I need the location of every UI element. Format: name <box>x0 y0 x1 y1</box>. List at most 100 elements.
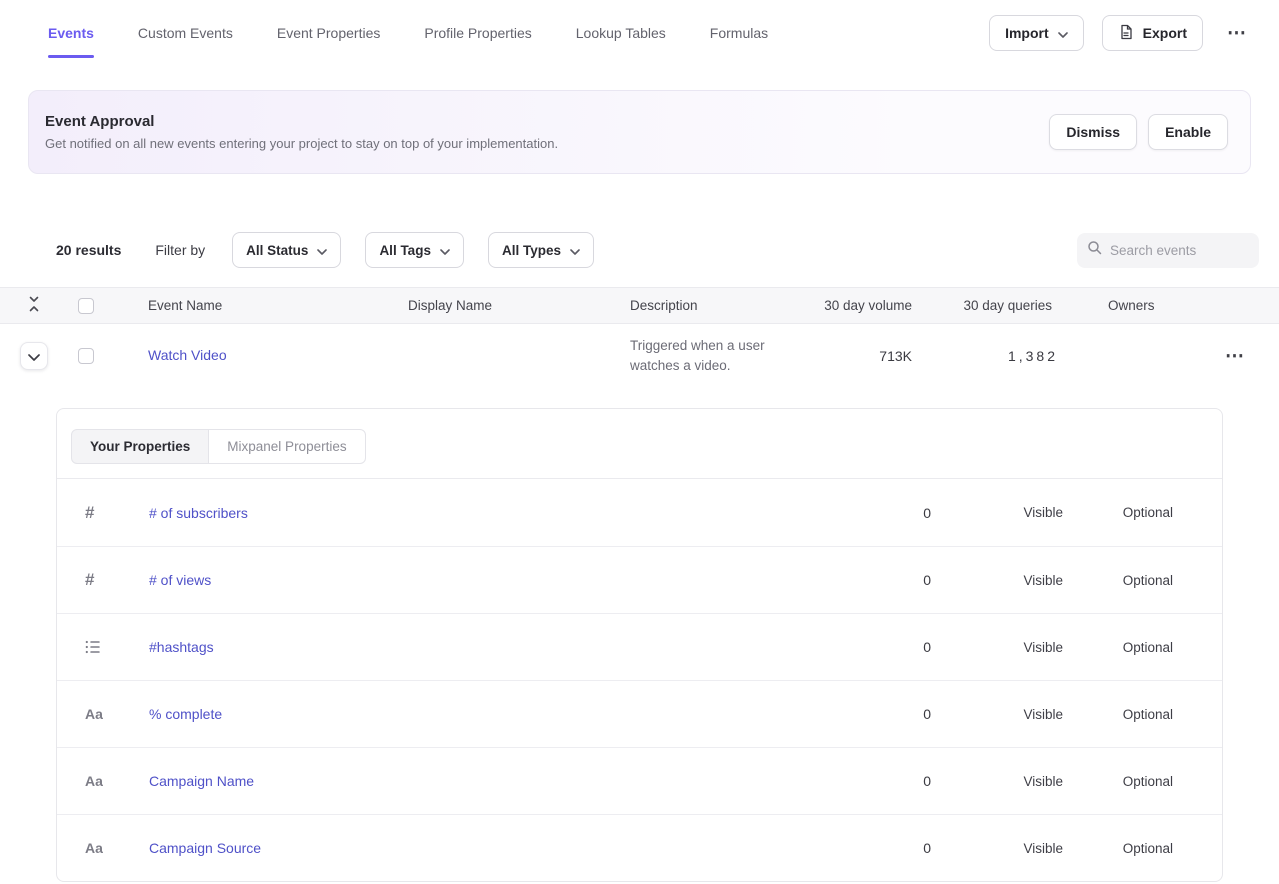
property-row: # Aa Campaign Name 0 Visible Optional <box>57 747 1222 814</box>
tab-mixpanel-properties[interactable]: Mixpanel Properties <box>208 429 365 464</box>
ellipsis-icon: ⋯ <box>1227 23 1247 44</box>
property-count: 0 <box>821 706 931 722</box>
property-row: # Aa Campaign Source 0 Visible Optional <box>57 814 1222 881</box>
property-requirement: Optional <box>1063 640 1173 655</box>
property-requirement: Optional <box>1063 841 1173 856</box>
chevron-down-icon <box>28 349 40 364</box>
tab-your-properties[interactable]: Your Properties <box>71 429 209 464</box>
tab-event-properties[interactable]: Event Properties <box>277 1 381 65</box>
banner-title: Event Approval <box>45 113 558 130</box>
property-name-link[interactable]: % complete <box>149 706 222 722</box>
dismiss-button[interactable]: Dismiss <box>1049 114 1137 150</box>
property-requirement: Optional <box>1063 774 1173 789</box>
chevron-down-icon <box>440 243 450 258</box>
property-visibility: Visible <box>931 707 1063 722</box>
banner-text: Event Approval Get notified on all new e… <box>45 113 558 151</box>
export-button-label: Export <box>1143 25 1187 41</box>
property-count: 0 <box>821 505 931 521</box>
text-type-icon: Aa <box>85 773 103 789</box>
property-requirement: Optional <box>1063 505 1173 520</box>
filter-by-label: Filter by <box>155 242 205 258</box>
import-button[interactable]: Import <box>989 15 1084 51</box>
chevron-down-icon <box>570 243 580 258</box>
banner-actions: Dismiss Enable <box>1049 114 1228 150</box>
tags-filter-label: All Tags <box>379 243 431 258</box>
enable-button[interactable]: Enable <box>1148 114 1228 150</box>
nav-actions: Import Export ⋯ <box>989 15 1253 51</box>
row-expander-button[interactable] <box>20 342 48 370</box>
collapse-all-icon <box>27 296 41 315</box>
chevron-down-icon <box>1058 25 1068 41</box>
tab-formulas[interactable]: Formulas <box>710 1 768 65</box>
property-visibility: Visible <box>931 505 1063 520</box>
property-name-link[interactable]: #hashtags <box>149 639 214 655</box>
search-icon <box>1087 240 1102 260</box>
property-name-link[interactable]: # of subscribers <box>149 505 248 521</box>
types-filter-label: All Types <box>502 243 561 258</box>
event-approval-banner: Event Approval Get notified on all new e… <box>28 90 1251 174</box>
banner-description: Get notified on all new events entering … <box>45 136 558 151</box>
event-name-link[interactable]: Watch Video <box>148 347 227 363</box>
text-type-icon: Aa <box>85 840 103 856</box>
collapse-all-button[interactable] <box>0 296 56 315</box>
export-file-icon <box>1118 24 1134 43</box>
event-queries: 1,382 <box>920 348 1060 364</box>
property-row: # Aa % complete 0 Visible Optional <box>57 680 1222 747</box>
tab-events[interactable]: Events <box>48 1 94 65</box>
column-display-name: Display Name <box>408 298 630 313</box>
import-button-label: Import <box>1005 25 1049 41</box>
property-visibility: Visible <box>931 640 1063 655</box>
event-row: Watch Video Triggered when a user watche… <box>0 324 1279 390</box>
number-type-icon: # <box>85 570 94 590</box>
property-row: # Aa #hashtags 0 Visible Optional <box>57 613 1222 680</box>
properties-panel: Your Properties Mixpanel Properties # <box>56 408 1223 882</box>
column-30-day-volume: 30 day volume <box>820 298 920 313</box>
property-name-link[interactable]: Campaign Name <box>149 773 254 789</box>
property-requirement: Optional <box>1063 707 1173 722</box>
property-visibility: Visible <box>931 774 1063 789</box>
property-name-link[interactable]: # of views <box>149 572 211 588</box>
status-filter-dropdown[interactable]: All Status <box>232 232 341 268</box>
lexicon-tabs: Events Custom Events Event Properties Pr… <box>48 1 768 65</box>
select-all-checkbox[interactable] <box>78 298 94 314</box>
top-navigation: Events Custom Events Event Properties Pr… <box>0 0 1279 66</box>
tab-lookup-tables[interactable]: Lookup Tables <box>576 1 666 65</box>
export-button[interactable]: Export <box>1102 15 1203 51</box>
more-options-button[interactable]: ⋯ <box>1221 18 1253 49</box>
properties-panel-tabs: Your Properties Mixpanel Properties <box>57 409 1222 479</box>
types-filter-dropdown[interactable]: All Types <box>488 232 594 268</box>
row-checkbox[interactable] <box>78 348 94 364</box>
event-volume: 713K <box>820 348 920 364</box>
tags-filter-dropdown[interactable]: All Tags <box>365 232 464 268</box>
column-event-name: Event Name <box>116 298 408 313</box>
property-rows: # Aa # of subscribers 0 Visible Optional <box>57 479 1222 881</box>
results-count: 20 results <box>56 242 121 258</box>
property-count: 0 <box>821 639 931 655</box>
number-type-icon: # <box>85 503 94 523</box>
status-filter-label: All Status <box>246 243 308 258</box>
column-30-day-queries: 30 day queries <box>920 298 1060 313</box>
search-box <box>1077 233 1259 268</box>
property-count: 0 <box>821 773 931 789</box>
search-events-input[interactable] <box>1110 243 1249 258</box>
text-type-icon: Aa <box>85 706 103 722</box>
row-actions-button[interactable]: ⋯ <box>1219 341 1251 372</box>
property-count: 0 <box>821 840 931 856</box>
ellipsis-icon: ⋯ <box>1225 346 1245 367</box>
property-visibility: Visible <box>931 573 1063 588</box>
tab-profile-properties[interactable]: Profile Properties <box>424 1 531 65</box>
event-description: Triggered when a user watches a video. <box>630 336 820 375</box>
property-row: # Aa # of views 0 Visible Optional <box>57 546 1222 613</box>
property-row: # Aa # of subscribers 0 Visible Optional <box>57 479 1222 546</box>
tab-custom-events[interactable]: Custom Events <box>138 1 233 65</box>
column-description: Description <box>630 298 820 313</box>
property-name-link[interactable]: Campaign Source <box>149 840 261 856</box>
list-type-icon <box>85 640 101 654</box>
filter-bar: 20 results Filter by All Status All Tags… <box>56 232 1259 268</box>
chevron-down-icon <box>317 243 327 258</box>
property-visibility: Visible <box>931 841 1063 856</box>
column-owners: Owners <box>1060 298 1209 313</box>
property-count: 0 <box>821 572 931 588</box>
property-requirement: Optional <box>1063 573 1173 588</box>
events-table-header: Event Name Display Name Description 30 d… <box>0 287 1279 324</box>
